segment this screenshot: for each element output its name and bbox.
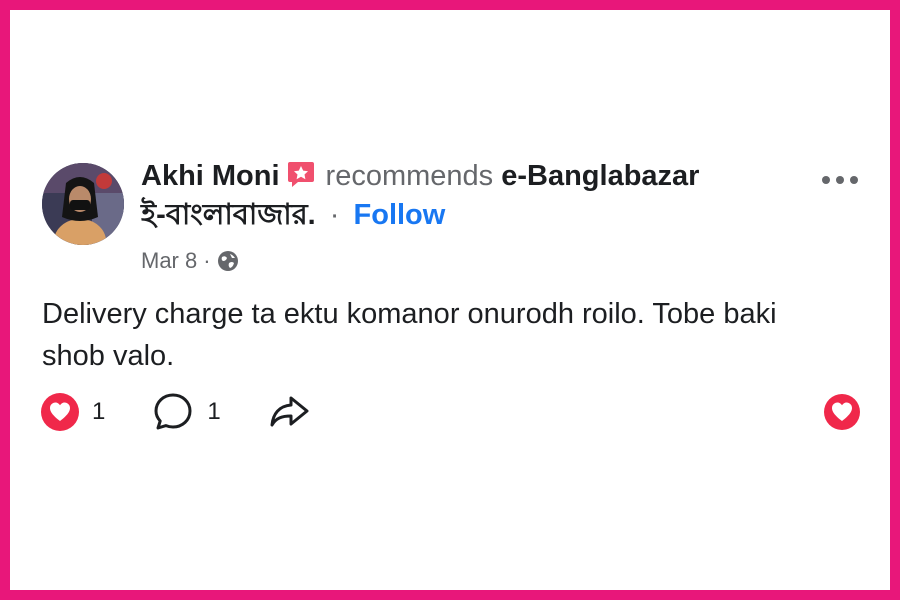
share-arrow-icon — [270, 396, 309, 427]
heart-reaction-icon — [824, 394, 860, 430]
post-text: Delivery charge ta ektu komanor onurodh … — [42, 298, 777, 372]
comment-count: 1 — [207, 398, 221, 425]
post-header: Akhi Moni recommends e-Banglabazar — [141, 158, 699, 194]
page-name-bangla[interactable]: ই-বাংলাবাজার. — [141, 199, 316, 231]
action-bar: 1 1 — [40, 390, 311, 434]
heart-reaction-icon — [41, 393, 79, 431]
separator-dot: · — [329, 199, 340, 231]
avatar[interactable] — [42, 163, 124, 245]
recommends-icon — [287, 162, 314, 187]
post-header-line2: ই-বাংলাবাজার. · Follow — [141, 197, 445, 233]
comment-button[interactable]: 1 — [151, 390, 221, 434]
author-name[interactable]: Akhi Moni — [141, 160, 280, 192]
post-meta: Mar 8 · — [141, 247, 239, 275]
more-options-button[interactable] — [818, 168, 862, 192]
page-name[interactable]: e-Banglabazar — [501, 160, 699, 192]
comment-icon — [154, 393, 192, 430]
avatar-photo — [42, 163, 124, 245]
follow-button[interactable]: Follow — [354, 199, 446, 231]
meta-separator: · — [203, 248, 211, 273]
reaction-button[interactable]: 1 — [40, 392, 105, 432]
share-button[interactable] — [267, 390, 311, 434]
reaction-summary-button[interactable] — [822, 392, 862, 432]
reaction-count: 1 — [92, 398, 106, 425]
post-card: Akhi Moni recommends e-Banglabazar ই-বাং… — [10, 10, 890, 590]
recommends-label: recommends — [325, 160, 494, 192]
post-date[interactable]: Mar 8 — [141, 248, 197, 273]
more-dots-icon — [822, 176, 858, 184]
globe-icon — [217, 251, 238, 271]
